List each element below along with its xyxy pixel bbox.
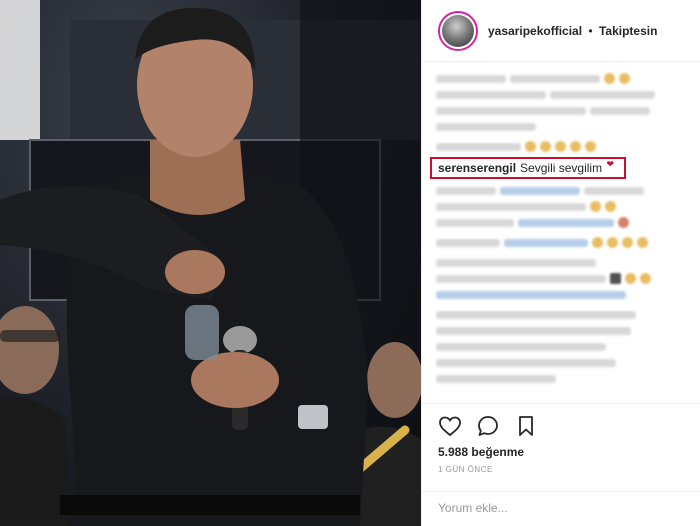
- likes-count[interactable]: 5.988 beğenme: [438, 445, 524, 459]
- comment-blurred: [436, 373, 686, 384]
- comment-blurred: [436, 257, 686, 268]
- comment-blurred: [436, 121, 686, 132]
- follow-status[interactable]: Takiptesin: [599, 24, 657, 38]
- heart-emoji-icon: ❤: [606, 159, 614, 169]
- action-bar: [422, 403, 700, 439]
- comment-blurred: [436, 201, 686, 212]
- post-panel: yasaripekofficial • Takiptesin serensere…: [421, 0, 700, 526]
- post-header: yasaripekofficial • Takiptesin: [422, 0, 700, 62]
- comment-blurred: [436, 105, 686, 116]
- post-photo[interactable]: [0, 0, 421, 526]
- highlighted-comment: serenserengil Sevgili sevgilim ❤: [430, 157, 626, 179]
- comment-icon[interactable]: [476, 414, 500, 438]
- comment-blurred: [436, 73, 686, 84]
- comment-blurred: [436, 273, 686, 284]
- separator: •: [588, 23, 593, 38]
- comment-blurred: [436, 185, 686, 196]
- add-comment-area: [422, 491, 700, 526]
- bookmark-icon[interactable]: [514, 414, 538, 438]
- avatar[interactable]: [438, 10, 478, 51]
- comment-username[interactable]: serenserengil: [438, 161, 516, 175]
- comment-blurred: [436, 341, 686, 352]
- comments-list: serenserengil Sevgili sevgilim ❤: [422, 62, 700, 402]
- header-text: yasaripekofficial • Takiptesin: [488, 24, 657, 38]
- comment-blurred: [436, 217, 686, 228]
- comment-blurred: [436, 289, 686, 300]
- comment-blurred: [436, 325, 686, 336]
- heart-icon[interactable]: [438, 414, 462, 438]
- username-link[interactable]: yasaripekofficial: [488, 24, 582, 38]
- post-time[interactable]: 1 GÜN ÖNCE: [438, 465, 493, 474]
- comment-blurred: [436, 309, 686, 320]
- comment-blurred: [436, 141, 686, 152]
- comment-blurred: [436, 237, 686, 248]
- avatar-image: [442, 14, 474, 47]
- comment-text: Sevgili sevgilim: [520, 161, 603, 175]
- comment-blurred: [436, 357, 686, 368]
- comment-input[interactable]: [438, 501, 685, 515]
- photo-illustration: [0, 0, 421, 526]
- comment-blurred: [436, 89, 686, 100]
